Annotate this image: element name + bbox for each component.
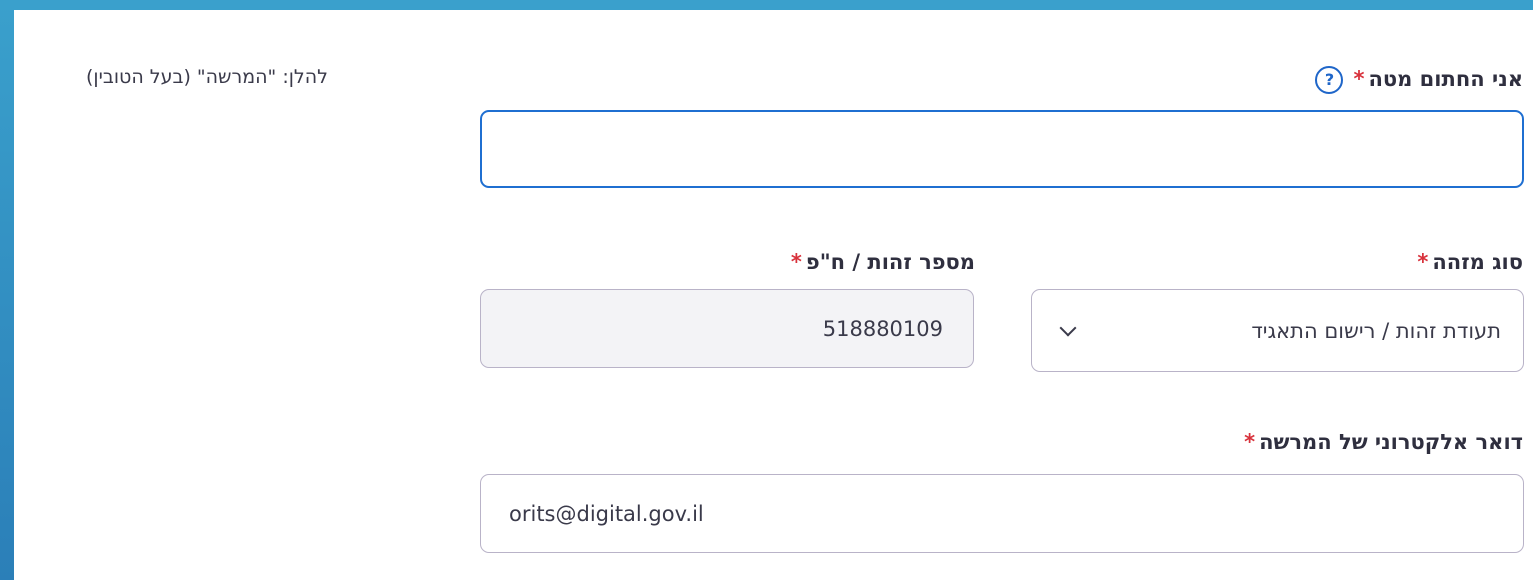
id-number-value: 518880109 [822, 316, 943, 341]
email-value: orits@digital.gov.il [509, 501, 704, 526]
id-number-label-text: מספר זהות / ח"פ [805, 250, 975, 274]
help-icon[interactable]: ? [1315, 66, 1344, 94]
principal-note: להלן: "המרשה" (בעל הטובין) [86, 66, 328, 88]
id-type-label: סוג מזהה* [1417, 250, 1523, 274]
chevron-down-icon [1059, 319, 1077, 336]
required-mark: * [790, 250, 802, 274]
email-input[interactable]: orits@digital.gov.il [480, 474, 1524, 553]
signer-label: אני החתום מטה*? [1315, 66, 1523, 94]
required-mark: * [1417, 250, 1429, 274]
email-label-text: דואר אלקטרוני של המרשה [1259, 430, 1523, 454]
id-type-select[interactable]: תעודת זהות / רישום התאגיד [1031, 289, 1524, 372]
signer-label-text: אני החתום מטה [1368, 67, 1523, 91]
required-mark: * [1353, 67, 1365, 91]
id-type-label-text: סוג מזהה [1432, 250, 1523, 274]
id-number-label: מספר זהות / ח"פ* [791, 250, 975, 274]
email-label: דואר אלקטרוני של המרשה* [1244, 430, 1523, 454]
form-panel: אני החתום מטה*? להלן: "המרשה" (בעל הטובי… [14, 10, 1533, 580]
required-mark: * [1244, 430, 1256, 454]
id-type-selected-value: תעודת זהות / רישום התאגיד [1251, 318, 1501, 343]
id-number-input[interactable]: 518880109 [480, 289, 974, 368]
signer-name-input[interactable] [480, 110, 1524, 188]
